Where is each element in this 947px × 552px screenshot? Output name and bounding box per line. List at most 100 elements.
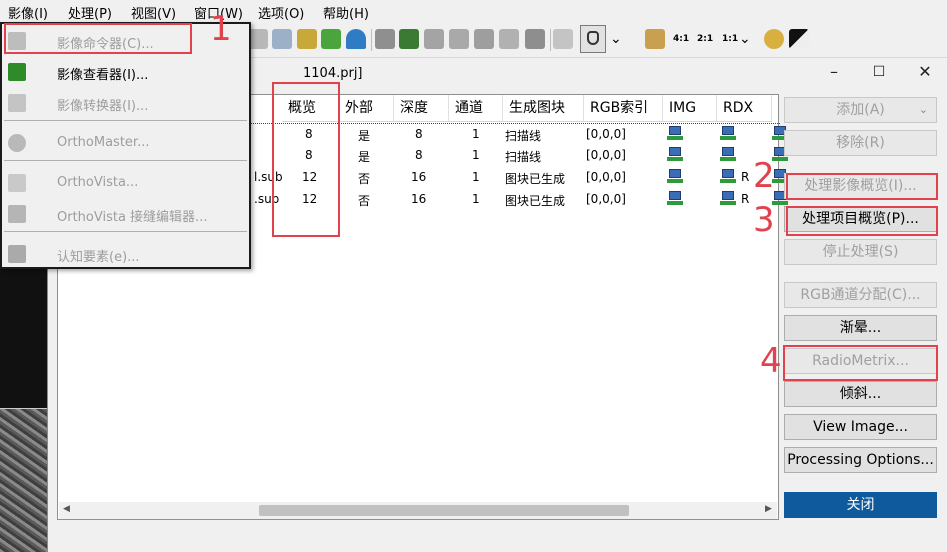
col-external[interactable]: 外部 [339, 95, 394, 122]
convert-icon[interactable] [499, 29, 519, 49]
contrast-icon[interactable] [789, 29, 809, 49]
zoom-more-icon[interactable]: ⌄ [739, 31, 751, 47]
tilt-button[interactable]: 倾斜... [784, 381, 937, 407]
menu-item-label: 影像查看器(I)... [57, 68, 149, 83]
close-button[interactable]: 关闭 [784, 492, 937, 518]
gear-icon [8, 134, 26, 152]
cursor-icon[interactable] [375, 29, 395, 49]
sphere-icon[interactable] [346, 29, 366, 49]
settings-icon[interactable] [764, 29, 784, 49]
menu-item-label: OrthoVista 接缝编辑器... [57, 210, 208, 225]
col-channels[interactable]: 通道 [449, 95, 503, 122]
horizontal-scrollbar[interactable]: ◀ ▶ [59, 502, 777, 519]
tool-icon[interactable] [248, 29, 268, 49]
select-icon[interactable] [525, 29, 545, 49]
scroll-right-icon[interactable]: ▶ [765, 504, 772, 514]
col-img[interactable]: IMG [663, 95, 717, 122]
layers-icon[interactable] [553, 29, 573, 49]
hand-icon[interactable] [580, 25, 606, 53]
dialog-title: 1104.prj] [303, 66, 363, 81]
grid-icon[interactable] [424, 29, 444, 49]
close-label: 关闭 [846, 497, 875, 513]
processing-options-label: Processing Options... [787, 452, 934, 468]
annotation-box-4 [783, 345, 938, 381]
frame-icon[interactable] [449, 29, 469, 49]
tree-icon[interactable] [321, 29, 341, 49]
view-image-button[interactable]: View Image... [784, 414, 937, 440]
menu-item-orthovista-seam-editor[interactable]: OrthoVista 接缝编辑器... [2, 201, 249, 227]
chevron-down-icon: ⌄ [918, 103, 928, 116]
menubar: 影像(I) 处理(P) 视图(V) 窗口(W) 选项(O) 帮助(H) [0, 0, 947, 22]
menu-item-image-viewer[interactable]: 影像查看器(I)... [2, 59, 249, 85]
satellite-icon[interactable] [297, 29, 317, 49]
add-label: 添加(A) [836, 102, 885, 118]
cell-depth: 8 [415, 148, 423, 162]
rgb-channel-button[interactable]: RGB通道分配(C)... [784, 282, 937, 308]
rdx-status-icon [720, 191, 736, 207]
menu-view[interactable]: 视图(V) [131, 3, 176, 22]
scroll-left-icon[interactable]: ◀ [63, 504, 70, 514]
eye-icon[interactable] [399, 29, 419, 49]
rgb-channel-label: RGB通道分配(C)... [800, 287, 921, 303]
menu-item-feature[interactable]: 认知要素(e)... [2, 241, 249, 267]
cell-rgb: [0,0,0] [586, 170, 626, 184]
annotation-number-1: 1 [210, 9, 232, 49]
rdx-status-icon [720, 147, 736, 163]
image-menu-dropdown: 影像命令器(C)... 影像查看器(I)... 影像转换器(I)... Orth… [0, 22, 251, 269]
remove-button[interactable]: 移除(R) [784, 130, 937, 156]
mosaic-icon [8, 174, 26, 192]
maximize-button[interactable]: ☐ [856, 60, 902, 84]
menu-options[interactable]: 选项(O) [258, 3, 304, 22]
stop-processing-button[interactable]: 停止处理(S) [784, 239, 937, 265]
cell-rgb: [0,0,0] [586, 127, 626, 141]
add-button[interactable]: 添加(A) ⌄ [784, 97, 937, 123]
close-window-button[interactable]: ✕ [902, 60, 947, 84]
cell-channels: 1 [472, 192, 480, 206]
cell-external: 是 [358, 150, 371, 164]
menu-item-label: OrthoVista... [57, 175, 139, 190]
seam-icon [8, 205, 26, 223]
img-status-icon [667, 169, 683, 185]
vignetting-label: 渐晕... [839, 320, 882, 336]
menu-item-orthomaster[interactable]: OrthoMaster... [2, 130, 249, 156]
menu-image[interactable]: 影像(I) [8, 3, 48, 22]
minimize-button[interactable]: – [811, 60, 857, 84]
vignetting-button[interactable]: 渐晕... [784, 315, 937, 341]
annotation-number-4: 4 [760, 341, 782, 381]
cell-channels: 1 [472, 127, 480, 141]
zoom-4-1[interactable]: 4:1 [673, 34, 689, 44]
zoom-2-1[interactable]: 2:1 [697, 34, 713, 44]
satellite-image [0, 408, 48, 552]
palette-icon[interactable] [272, 29, 292, 49]
col-rgb-index[interactable]: RGB索引 [584, 95, 663, 122]
cross-icon[interactable] [645, 29, 665, 49]
stop-processing-label: 停止处理(S) [822, 244, 899, 260]
toolbar-separator [550, 29, 551, 51]
cell-external: 否 [358, 172, 371, 186]
cell-tiles: 扫描线 [505, 150, 542, 164]
menu-separator [4, 231, 247, 232]
col-rdx[interactable]: RDX [717, 95, 772, 122]
toolbar-separator [371, 29, 372, 51]
processing-options-button[interactable]: Processing Options... [784, 447, 937, 473]
tilt-label: 倾斜... [839, 386, 882, 402]
cell-depth: 16 [411, 192, 427, 206]
hand-glyph [587, 31, 599, 45]
menu-process[interactable]: 处理(P) [68, 3, 112, 22]
cell-tiles: 扫描线 [505, 129, 542, 143]
scroll-thumb[interactable] [259, 505, 629, 516]
zoom-1-1[interactable]: 1:1 [722, 34, 738, 44]
zoom-dropdown-icon[interactable]: ⌄ [610, 31, 622, 47]
menu-item-label: 影像转换器(I)... [57, 99, 149, 114]
menu-help[interactable]: 帮助(H) [323, 3, 369, 22]
menu-item-orthovista[interactable]: OrthoVista... [2, 170, 249, 196]
rdx-status-icon [720, 126, 736, 142]
cell-rdx-flag: R [741, 192, 750, 206]
col-tiles[interactable]: 生成图块 [503, 95, 584, 122]
menu-item-image-converter[interactable]: 影像转换器(I)... [2, 90, 249, 116]
menu-item-label: 认知要素(e)... [57, 250, 140, 265]
img-status-icon [667, 191, 683, 207]
annotation-number-2: 2 [753, 156, 775, 196]
col-depth[interactable]: 深度 [394, 95, 449, 122]
mosaic-icon[interactable] [474, 29, 494, 49]
